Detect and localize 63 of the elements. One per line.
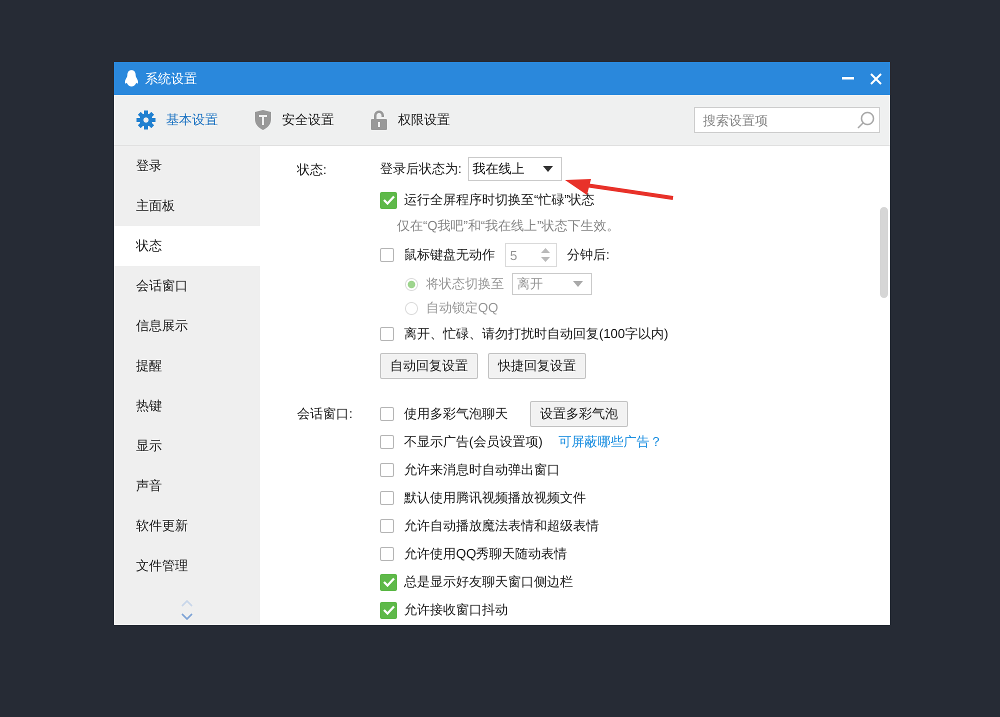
sidebar-item[interactable]: 提醒	[114, 346, 260, 386]
section-label: 状态:	[296, 161, 328, 179]
checkbox-label: 运行全屏程序时切换至“忙碌”状态	[404, 191, 595, 209]
sidebar-item[interactable]: 软件更新	[114, 506, 260, 546]
setting-label: 登录后状态为:	[380, 160, 462, 178]
radio-label: 将状态切换至	[426, 275, 504, 293]
penguin-icon	[124, 70, 139, 87]
checkbox[interactable]	[380, 547, 394, 561]
checkbox[interactable]	[380, 463, 394, 477]
settings-tab[interactable]: 基本设置	[136, 110, 218, 130]
sidebar-item[interactable]: 会话窗口	[114, 266, 260, 306]
checkbox[interactable]	[380, 519, 394, 533]
reply-settings-button[interactable]: 自动回复设置	[380, 353, 478, 379]
checkbox[interactable]	[380, 407, 394, 421]
sidebar-item[interactable]: 信息展示	[114, 306, 260, 346]
shield-icon	[254, 110, 272, 130]
settings-tab[interactable]: 安全设置	[254, 110, 334, 130]
scroll-up-icon[interactable]	[181, 600, 193, 607]
spin-arrows-icon	[541, 247, 550, 263]
minimize-icon[interactable]	[842, 77, 854, 80]
checkbox-label: 不显示广告(会员设置项)	[404, 433, 543, 451]
lock-icon	[370, 110, 388, 130]
radio-label: 自动锁定QQ	[426, 299, 498, 317]
hint-text: 仅在“Q我吧”和“我在线上”状态下生效。	[397, 217, 620, 235]
reply-settings-button[interactable]: 快捷回复设置	[488, 353, 586, 379]
status-dropdown[interactable]: 我在线上	[468, 157, 562, 181]
ads-link[interactable]: 可屏蔽哪些广告？	[558, 433, 663, 451]
sidebar-item[interactable]: 文件管理	[114, 546, 260, 586]
checkbox-label: 允许来消息时自动弹出窗口	[404, 461, 560, 479]
bubble-settings-button[interactable]: 设置多彩气泡	[530, 401, 628, 427]
checkbox-label: 允许使用QQ秀聊天随动表情	[404, 545, 568, 563]
checkbox-label: 离开、忙碌、请勿打扰时自动回复(100字以内)	[404, 325, 668, 343]
window-title: 系统设置	[145, 70, 197, 88]
scrollbar-thumb[interactable]	[880, 207, 888, 298]
checkbox[interactable]	[380, 435, 394, 449]
checkbox-label: 总是显示好友聊天窗口侧边栏	[404, 573, 573, 591]
checkbox[interactable]	[380, 574, 397, 590]
sidebar-item[interactable]: 主面板	[114, 186, 260, 226]
setting-label: 分钟后:	[567, 246, 610, 264]
checkbox-label: 鼠标键盘无动作	[404, 246, 495, 264]
checkbox-label: 默认使用腾讯视频播放视频文件	[404, 489, 586, 507]
search-icon	[857, 111, 875, 129]
scroll-down-icon[interactable]	[181, 613, 193, 620]
checkbox[interactable]	[380, 491, 394, 505]
checkbox[interactable]	[380, 602, 397, 618]
sidebar-item[interactable]: 声音	[114, 466, 260, 506]
close-icon[interactable]	[870, 72, 882, 84]
sidebar-item[interactable]: 热键	[114, 386, 260, 426]
settings-tab[interactable]: 权限设置	[370, 110, 450, 130]
caret-icon	[573, 281, 583, 287]
gear-icon	[136, 110, 156, 130]
section-label: 会话窗口:	[296, 405, 354, 423]
sidebar-item[interactable]: 状态	[114, 226, 260, 266]
caret-icon	[542, 166, 553, 172]
checkbox-label: 允许接收窗口抖动	[404, 601, 508, 619]
search-field[interactable]: 搜索设置项	[694, 107, 880, 133]
checkbox[interactable]	[380, 248, 394, 262]
checkbox[interactable]	[380, 192, 397, 208]
checkbox-label: 允许自动播放魔法表情和超级表情	[404, 517, 599, 535]
checkbox[interactable]	[380, 327, 394, 341]
sidebar-item[interactable]: 登录	[114, 146, 260, 186]
sidebar-item[interactable]: 显示	[114, 426, 260, 466]
checkbox-label: 使用多彩气泡聊天	[404, 405, 508, 423]
